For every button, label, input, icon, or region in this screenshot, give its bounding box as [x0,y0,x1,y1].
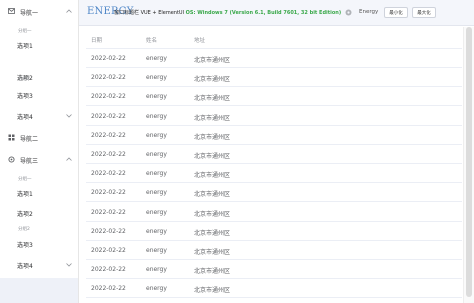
submenu-nav3-label: 导航三 [20,157,39,165]
menu-item-option3[interactable]: 选项3 [0,235,78,253]
menu-item-option1[interactable]: 选项1 [0,36,78,54]
menu-item-option2[interactable]: 选项2 [0,204,78,222]
chevron-up-icon [66,9,72,13]
data-table: 日期 姓名 地址 2022-02-22 energy 北京市通州区 2022-02-2… [86,30,462,303]
cell-name: energy [146,285,167,293]
vertical-scrollbar[interactable] [463,27,474,303]
window-title-bar[interactable]: ENERGY 窗口标题栏 VUE + ElementUI OS: Windows… [79,0,474,26]
cell-address: 北京市通州区 [194,191,231,199]
cell-name: energy [146,55,167,62]
chevron-down-icon [66,263,72,267]
table-row[interactable]: 2022-02-22 energy 北京市通州区 [86,222,462,241]
window-title-text: 窗口标题栏 VUE + ElementUI [114,10,185,16]
cell-address: 北京市通州区 [194,76,231,84]
cell-name: energy [146,151,167,158]
group-title: 分组2 [18,77,30,82]
cell-address: 北京市通州区 [194,133,231,141]
cell-date: 2022-02-22 [91,170,126,178]
user-label: Energy [359,9,379,15]
submenu-nav3[interactable]: 导航三 [0,150,78,170]
os-info: OS: Windows 7 (Version 6.1, Build 7601, … [185,10,342,16]
cell-date: 2022-02-22 [91,247,126,254]
menu-icon [8,134,15,141]
cell-name: energy [146,112,167,120]
table-row[interactable]: 2022-02-22 energy 北京市通州区 [86,203,462,222]
cell-date: 2022-02-22 [91,285,126,293]
cell-name: energy [146,227,167,235]
cell-name: energy [146,189,167,197]
cell-date: 2022-02-22 [91,112,126,120]
cell-date: 2022-02-22 [91,266,126,274]
cell-address: 北京市通州区 [194,249,231,256]
header-date: 日期 [91,38,103,44]
table-header-row: 日期 姓名 地址 [86,30,462,49]
cell-name: energy [146,74,167,82]
cell-date: 2022-02-22 [91,208,126,216]
cell-name: energy [146,247,167,254]
group-title: 分组一 [18,29,32,34]
table-row[interactable]: 2022-02-22 energy 北京市通州区 [86,87,462,107]
header-address: 地址 [194,38,206,44]
table-row[interactable]: 2022-02-22 energy 北京市通州区 [86,126,462,145]
submenu-option4[interactable]: 选项4 [0,107,78,125]
cell-name: energy [146,170,167,178]
table-row[interactable]: 2022-02-22 energy 北京市通州区 [86,260,462,280]
cell-date: 2022-02-22 [91,151,126,158]
table-row[interactable]: 2022-02-22 energy 北京市通州区 [86,183,462,203]
sidebar: 导航一 分组一 选项1 选项2 分组2 选项3 选项4 导航二 导航三 分组一 … [0,0,79,303]
table-row[interactable]: 2022-02-22energy北京市通州区 [86,299,462,303]
envelope-icon [8,8,15,14]
window-title: 窗口标题栏 VUE + ElementUI OS: Windows 7 (Ver… [114,9,341,16]
scroll-thumb[interactable] [466,27,472,297]
menu-nav2-label: 导航二 [20,135,39,143]
cell-address: 北京市通州区 [194,268,231,276]
gear-icon[interactable] [345,9,352,16]
cell-address: 北京市通州区 [194,95,231,103]
table-row[interactable]: 2022-02-22 energy 北京市通州区 [86,68,462,88]
cell-date: 2022-02-22 [91,131,126,139]
table-row[interactable]: 2022-02-22 energy 北京市通州区 [86,107,462,126]
menu-item-option3[interactable]: 选项3 [0,86,78,104]
maximize-button[interactable]: 最大化 [412,7,436,18]
cell-name: energy [146,266,167,274]
settings-icon [8,156,15,163]
cell-address: 北京市通州区 [194,114,231,122]
cell-date: 2022-02-22 [91,93,126,101]
cell-address: 北京市通州区 [194,287,231,295]
table-row[interactable]: 2022-02-22 energy 北京市通州区 [86,164,462,184]
table-row[interactable]: 2022-02-22 energy 北京市通州区 [86,241,462,260]
cell-date: 2022-02-22 [91,55,126,62]
cell-date: 2022-02-22 [91,227,126,235]
chevron-up-icon [66,157,72,161]
group-title: 分组一 [18,177,32,182]
cell-name: energy [146,208,167,216]
chevron-down-icon [66,114,72,118]
header-name: 姓名 [146,38,158,44]
menu-nav2[interactable]: 导航二 [0,128,78,148]
cell-address: 北京市通州区 [194,57,231,64]
submenu-nav1-label: 导航一 [20,9,39,17]
cell-date: 2022-02-22 [91,189,126,197]
submenu-nav1[interactable]: 导航一 [0,2,78,22]
cell-address: 北京市通州区 [194,153,231,160]
submenu-option4[interactable]: 选项4 [0,256,78,274]
table-row[interactable]: 2022-02-22 energy 北京市通州区 [86,49,462,68]
menu-item-option2[interactable]: 选项2 [0,68,78,86]
cell-address: 北京市通州区 [194,210,231,218]
minimize-button[interactable]: 最小化 [384,7,408,18]
menu-item-option1[interactable]: 选项1 [0,184,78,202]
cell-address: 北京市通州区 [194,172,231,180]
cell-name: energy [146,131,167,139]
group-title: 分组2 [18,227,30,232]
table-row[interactable]: 2022-02-22 energy 北京市通州区 [86,145,462,164]
menu-item-active[interactable] [0,278,78,303]
cell-address: 北京市通州区 [194,229,231,237]
cell-date: 2022-02-22 [91,74,126,82]
table-row[interactable]: 2022-02-22 energy 北京市通州区 [86,279,462,299]
cell-name: energy [146,93,167,101]
